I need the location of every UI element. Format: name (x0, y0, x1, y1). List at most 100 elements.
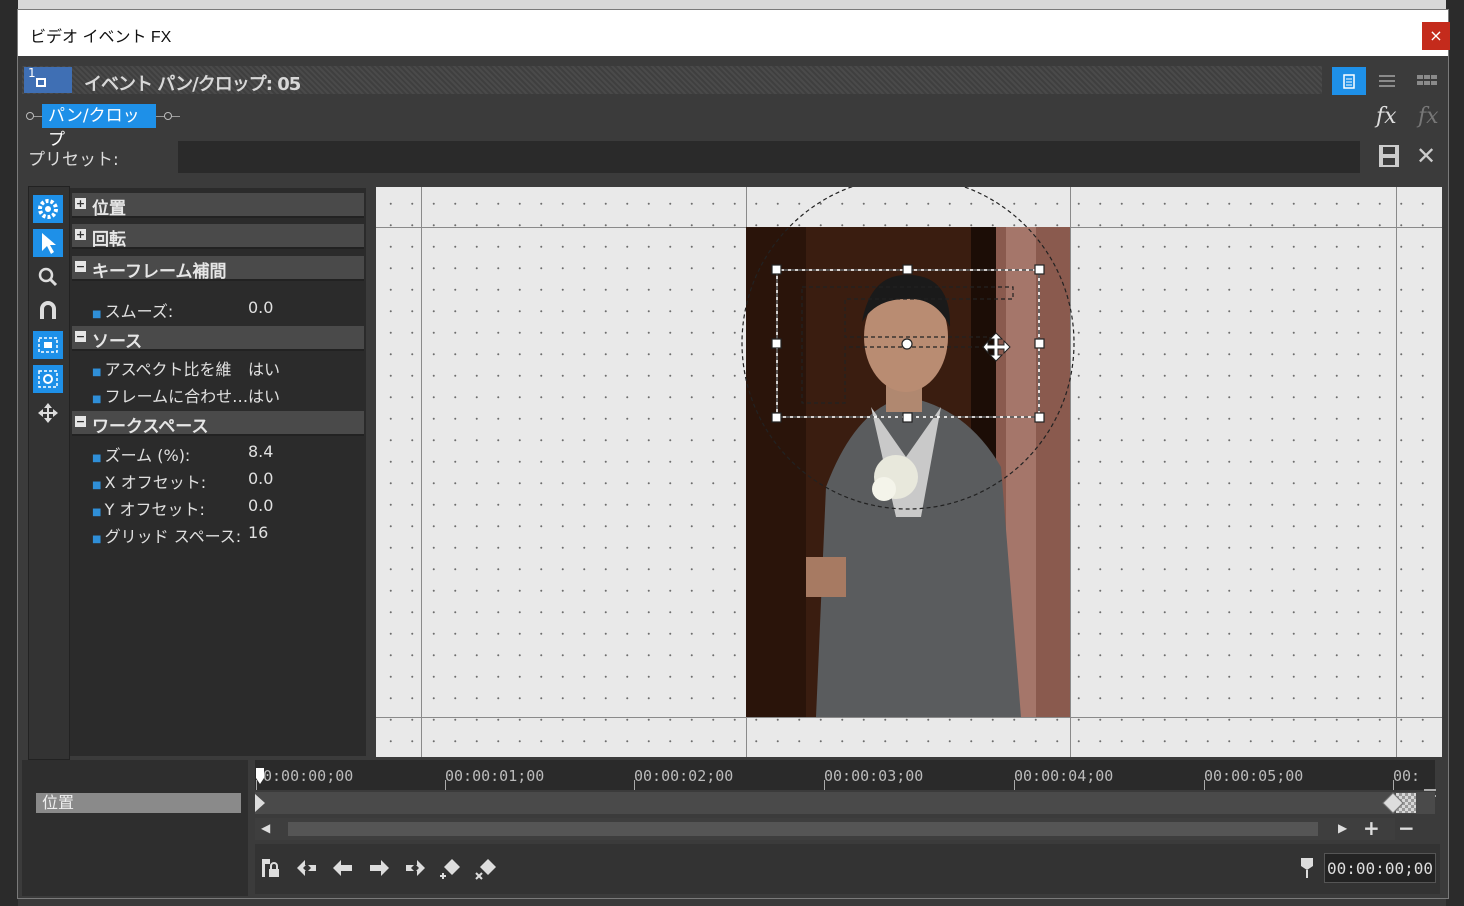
crop-frame-overlay[interactable] (376, 187, 1442, 757)
chain-start-icon (26, 112, 34, 120)
keyframe-track[interactable] (255, 792, 1435, 814)
playhead-icon[interactable] (254, 768, 266, 784)
timeline-track-position[interactable]: 位置 (36, 793, 241, 813)
last-keyframe-icon (406, 860, 425, 876)
list-view-icon (1343, 74, 1355, 89)
prop-x-offset-value[interactable]: 0.0 (248, 469, 273, 488)
prop-y-offset[interactable]: ■ Y オフセット: (92, 496, 205, 520)
zoom-icon (38, 267, 58, 287)
bullet-icon: ■ (92, 534, 105, 545)
prop-name: グリッド スペース: (104, 527, 242, 546)
prop-name: Y オフセット: (104, 500, 205, 519)
section-label: キーフレーム補間 (92, 262, 227, 282)
prop-smooth-value[interactable]: 0.0 (248, 298, 273, 317)
timeline-zoom-out-button[interactable]: − (1398, 816, 1415, 840)
prop-zoom[interactable]: ■ ズーム (%): (92, 442, 190, 466)
first-keyframe-button[interactable] (294, 856, 320, 880)
ruler-label: 00:00:04;00 (1014, 767, 1114, 785)
prop-fit-frame[interactable]: ■ フレームに合わせ… (92, 383, 248, 407)
section-position[interactable]: + 位置 (72, 193, 364, 219)
scroll-right-icon[interactable]: ▶ (1338, 821, 1347, 835)
pointer-icon (42, 233, 56, 254)
window-title: ビデオ イベント FX (30, 29, 172, 46)
event-title: イベント パン/クロップ: 05 (84, 74, 301, 95)
prop-grid-space[interactable]: ■ グリッド スペース: (92, 523, 241, 547)
prop-y-offset-value[interactable]: 0.0 (248, 496, 273, 515)
collapse-icon[interactable]: − (75, 261, 86, 272)
prop-name: アスペクト比を維 (104, 360, 232, 379)
resize-handle[interactable] (771, 412, 782, 423)
section-source[interactable]: − ソース (72, 326, 364, 352)
normal-edit-tool-button[interactable] (33, 229, 63, 257)
view-grid-button[interactable] (1410, 67, 1444, 95)
resize-handle[interactable] (1034, 338, 1045, 349)
prop-keep-aspect[interactable]: ■ アスペクト比を維 (92, 356, 232, 380)
resize-handle[interactable] (902, 412, 913, 423)
prop-grid-space-value[interactable]: 16 (248, 523, 268, 542)
plugin-tab-pan-crop[interactable]: パン/クロップ (42, 104, 156, 150)
create-keyframe-button[interactable] (438, 856, 464, 880)
bullet-icon: ■ (92, 394, 105, 405)
scroll-left-icon[interactable]: ◀ (261, 821, 270, 835)
add-keyframe-icon (440, 859, 460, 879)
resize-handle[interactable] (1034, 264, 1045, 275)
lock-aspect-icon (38, 337, 58, 353)
close-button[interactable]: × (1422, 22, 1450, 50)
lock-cursor-icon (262, 859, 279, 877)
detail-view-icon (1379, 75, 1395, 87)
keyframe-start[interactable] (255, 794, 269, 812)
prop-smooth[interactable]: ■ スムーズ: (92, 298, 173, 322)
expand-icon[interactable]: + (75, 229, 86, 240)
prev-keyframe-button[interactable] (330, 856, 356, 880)
timeline-zoom-in-button[interactable]: + (1363, 816, 1380, 840)
preset-dropdown[interactable]: ▼ (178, 141, 1360, 173)
bullet-icon: ■ (92, 507, 105, 518)
prop-fit-frame-value[interactable]: はい (248, 383, 280, 407)
scale-center-tool-button[interactable] (33, 365, 63, 393)
ruler-label: 00:00:03;00 (824, 767, 924, 785)
section-workspace[interactable]: − ワークスペース (72, 411, 364, 437)
remove-fx-icon[interactable]: fx (1418, 104, 1439, 129)
resize-handle[interactable] (771, 264, 782, 275)
current-time-display[interactable]: 00:00:00;00 (1324, 853, 1436, 883)
ruler-label: 00: (1393, 767, 1421, 785)
scroll-thumb[interactable] (288, 822, 1318, 836)
video-event-fx-window: ビデオ イベント FX × 1 イベント パン/クロップ: 05 パン/クロップ… (17, 9, 1450, 899)
delete-keyframe-button[interactable] (474, 856, 500, 880)
view-detail-button[interactable] (1370, 67, 1404, 95)
section-rotation[interactable]: + 回転 (72, 224, 364, 250)
last-keyframe-button[interactable] (402, 856, 428, 880)
zoom-tool-button[interactable] (33, 263, 63, 291)
resize-handle[interactable] (902, 264, 913, 275)
marker-button[interactable] (1298, 856, 1316, 880)
section-keyframe-interpolation[interactable]: − キーフレーム補間 (72, 256, 364, 282)
center-handle[interactable] (901, 338, 913, 350)
delete-keyframe-icon (475, 859, 496, 880)
keyframe-end[interactable] (1382, 792, 1404, 814)
settings-tool-button[interactable] (33, 195, 63, 223)
section-label: ソース (92, 332, 143, 352)
expand-icon[interactable]: + (75, 198, 86, 209)
save-preset-icon[interactable] (1378, 144, 1400, 168)
move-tool-button[interactable] (33, 399, 63, 427)
next-keyframe-button[interactable] (366, 856, 392, 880)
resize-handle[interactable] (1034, 412, 1045, 423)
collapse-icon[interactable]: − (75, 331, 86, 342)
preset-label: プリセット: (28, 150, 119, 170)
keyframe-toolbar (255, 844, 1440, 894)
pan-crop-workspace[interactable] (376, 187, 1442, 757)
prop-x-offset[interactable]: ■ X オフセット: (92, 469, 206, 493)
prop-name: スムーズ: (104, 302, 174, 321)
add-fx-icon[interactable]: fx (1376, 104, 1397, 129)
view-list-button[interactable] (1332, 67, 1366, 95)
collapse-icon[interactable]: − (75, 416, 86, 427)
lock-aspect-tool-button[interactable] (33, 331, 63, 359)
sync-cursor-button[interactable] (258, 856, 284, 880)
delete-preset-icon[interactable]: ✕ (1416, 144, 1436, 168)
next-keyframe-icon (370, 860, 389, 876)
prop-name: ズーム (%): (104, 446, 191, 465)
resize-handle[interactable] (771, 338, 782, 349)
snap-grid-tool-button[interactable] (33, 297, 63, 325)
prop-keep-aspect-value[interactable]: はい (248, 356, 280, 380)
prop-zoom-value[interactable]: 8.4 (248, 442, 273, 461)
